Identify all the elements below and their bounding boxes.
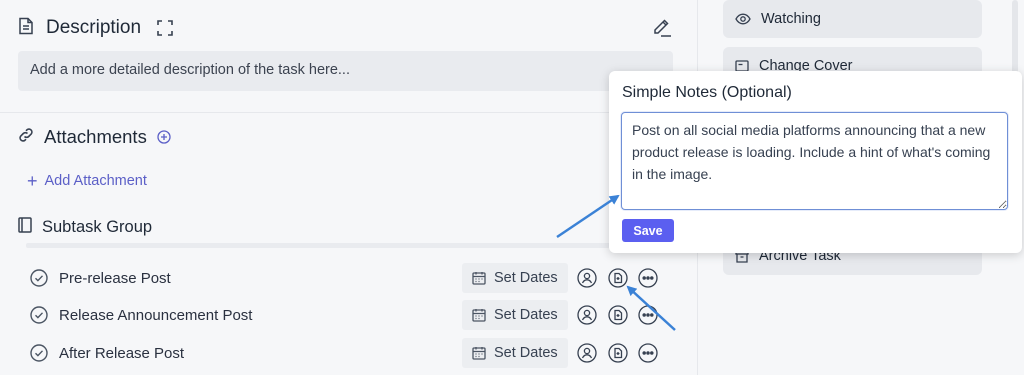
more-options-icon[interactable] (637, 342, 659, 364)
description-header: Description (18, 14, 173, 42)
set-dates-label: Set Dates (494, 270, 558, 286)
attachments-title: Attachments (44, 126, 147, 147)
attachments-header: Attachments (18, 124, 171, 150)
simple-notes-popup: Simple Notes (Optional) Post on all soci… (609, 71, 1022, 253)
subtask-name[interactable]: Release Announcement Post (59, 307, 252, 324)
eye-icon (735, 13, 751, 25)
calendar-icon (472, 308, 486, 322)
subtask-group-title: Subtask Group (42, 217, 153, 236)
sidebar-scrollbar[interactable] (1012, 0, 1018, 80)
subtask-group-header: Subtask Group (18, 216, 152, 238)
watching-label: Watching (761, 11, 821, 27)
watching-button[interactable]: Watching (723, 0, 982, 38)
edit-pencil-icon[interactable] (652, 15, 672, 42)
link-icon (18, 127, 34, 148)
document-icon (18, 17, 34, 40)
calendar-icon (472, 271, 486, 285)
assign-user-icon[interactable] (576, 304, 598, 326)
simple-notes-title: Simple Notes (Optional) (622, 84, 792, 101)
add-attachment-button[interactable]: + Add Attachment (27, 172, 147, 190)
subtask-row[interactable]: Pre-release Post Set Dates (30, 263, 670, 293)
set-dates-button[interactable]: Set Dates (462, 300, 568, 330)
notes-icon[interactable] (607, 267, 629, 289)
set-dates-label: Set Dates (494, 307, 558, 323)
subtask-name[interactable]: Pre-release Post (59, 270, 171, 287)
check-circle-icon[interactable] (30, 306, 48, 324)
simple-notes-textarea[interactable]: Post on all social media platforms annou… (621, 112, 1008, 210)
task-main-panel: Description Add a more detailed descript… (0, 0, 698, 375)
set-dates-button[interactable]: Set Dates (462, 338, 568, 368)
subtask-progress-bar (26, 243, 622, 248)
notes-icon[interactable] (607, 304, 629, 326)
add-attachment-label: Add Attachment (44, 173, 147, 189)
set-dates-label: Set Dates (494, 345, 558, 361)
more-options-icon[interactable] (637, 267, 659, 289)
assign-user-icon[interactable] (576, 342, 598, 364)
subtask-row[interactable]: After Release Post Set Dates (30, 338, 670, 368)
description-title: Description (46, 17, 142, 38)
assign-user-icon[interactable] (576, 267, 598, 289)
check-circle-icon[interactable] (30, 344, 48, 362)
description-input[interactable]: Add a more detailed description of the t… (18, 51, 673, 91)
subtask-row[interactable]: Release Announcement Post Set Dates (30, 300, 670, 330)
add-attachment-plus-icon[interactable] (157, 130, 171, 144)
plus-icon: + (27, 171, 38, 191)
section-divider (0, 112, 698, 113)
subtask-group-icon (18, 216, 32, 238)
more-options-icon[interactable] (637, 304, 659, 326)
check-circle-icon[interactable] (30, 269, 48, 287)
expand-icon[interactable] (157, 20, 173, 36)
save-button[interactable]: Save (622, 219, 674, 242)
notes-icon[interactable] (607, 342, 629, 364)
subtask-name[interactable]: After Release Post (59, 345, 184, 362)
set-dates-button[interactable]: Set Dates (462, 263, 568, 293)
calendar-icon (472, 346, 486, 360)
